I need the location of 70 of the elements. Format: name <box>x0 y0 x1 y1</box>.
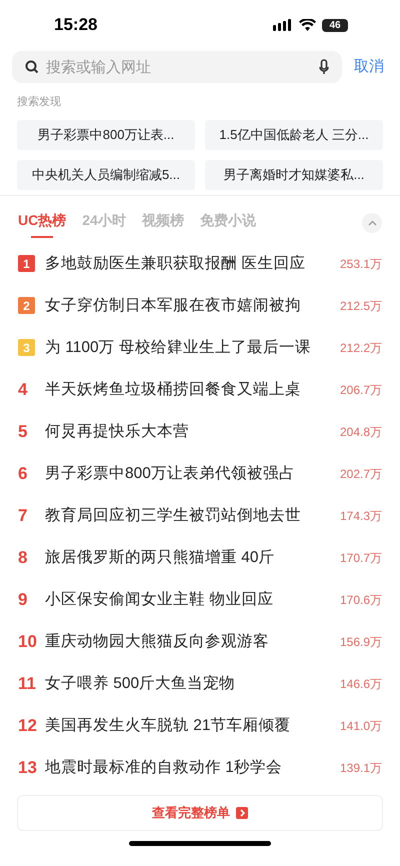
rank-badge: 1 <box>18 255 35 272</box>
trending-title: 美国再发生火车脱轨 21节车厢倾覆 <box>45 716 292 736</box>
rank-number: 8 <box>18 549 28 566</box>
rank-number: 11 <box>18 675 36 692</box>
view-count: 202.7万 <box>340 466 382 482</box>
rank-badge: 3 <box>18 339 35 356</box>
battery-level: 46 <box>322 18 348 32</box>
collapse-button[interactable] <box>362 213 382 233</box>
trending-item[interactable]: 2 女子穿仿制日本军服在夜市嬉闹被拘 212.5万 <box>18 284 382 326</box>
search-icon <box>25 60 39 74</box>
trending-title: 地震时最标准的自救动作 1秒学会 <box>45 758 283 778</box>
search-suggestion[interactable]: 男子彩票中800万让表... <box>17 120 195 150</box>
view-count: 212.2万 <box>340 340 382 356</box>
trending-item[interactable]: 9 小区保安偷闻女业主鞋 物业回应 170.6万 <box>18 578 382 620</box>
view-count: 170.6万 <box>340 592 382 608</box>
view-count: 174.3万 <box>340 508 382 524</box>
rank-number: 5 <box>18 423 28 440</box>
rank-number: 10 <box>18 633 37 650</box>
rank-number: 13 <box>18 759 37 776</box>
view-count: 204.8万 <box>340 424 382 440</box>
trending-title: 女子穿仿制日本军服在夜市嬉闹被拘 <box>45 296 302 316</box>
trending-item[interactable]: 7 教育局回应初三学生被罚站倒地去世 174.3万 <box>18 494 382 536</box>
rank-number: 7 <box>18 507 28 524</box>
view-count: 170.7万 <box>340 550 382 566</box>
view-count: 141.0万 <box>340 718 382 734</box>
trending-item[interactable]: 5 何炅再提快乐大本营 204.8万 <box>18 410 382 452</box>
trending-title: 男子彩票中800万让表弟代领被强占 <box>45 464 296 484</box>
search-suggestion[interactable]: 1.5亿中国低龄老人 三分... <box>205 120 383 150</box>
full-list-button[interactable]: 查看完整榜单 <box>17 794 383 830</box>
rank-number: 6 <box>18 465 28 482</box>
cancel-button[interactable]: 取消 <box>354 56 388 78</box>
arrow-right-icon <box>236 806 248 818</box>
section-title: 搜索发现 <box>16 94 62 110</box>
rank-number: 12 <box>18 717 37 734</box>
trending-title: 重庆动物园大熊猫反向参观游客 <box>45 632 270 652</box>
trending-item[interactable]: 10 重庆动物园大熊猫反向参观游客 156.9万 <box>18 620 382 662</box>
chevron-up-icon <box>368 220 376 226</box>
trending-item[interactable]: 3 为 1100万 母校给肄业生上了最后一课 212.2万 <box>18 326 382 368</box>
trending-title: 半天妖烤鱼垃圾桶捞回餐食又端上桌 <box>45 380 302 400</box>
wifi-icon <box>299 19 316 31</box>
trending-item[interactable]: 6 男子彩票中800万让表弟代领被强占 202.7万 <box>18 452 382 494</box>
rank-badge: 2 <box>18 297 35 314</box>
search-suggestion[interactable]: 中央机关人员编制缩减5... <box>17 160 195 190</box>
view-count: 146.6万 <box>340 676 382 692</box>
trending-item[interactable]: 8 旅居俄罗斯的两只熊猫增重 40斤 170.7万 <box>18 536 382 578</box>
trending-title: 何炅再提快乐大本营 <box>45 422 190 442</box>
signal-icon <box>273 19 293 31</box>
trending-title: 旅居俄罗斯的两只熊猫增重 40斤 <box>45 548 276 568</box>
view-count: 156.9万 <box>340 634 382 650</box>
trending-item[interactable]: 1 多地鼓励医生兼职获取报酬 医生回应 253.1万 <box>18 242 382 284</box>
rank-number: 9 <box>18 591 28 608</box>
category-tab[interactable]: UC热榜 <box>18 210 66 236</box>
trending-title: 为 1100万 母校给肄业生上了最后一课 <box>45 338 312 358</box>
trending-item[interactable]: 12 美国再发生火车脱轨 21节车厢倾覆 141.0万 <box>18 704 382 746</box>
search-field[interactable]: 搜索或输入网址 <box>12 51 342 83</box>
trending-title: 小区保安偷闻女业主鞋 物业回应 <box>45 590 274 610</box>
clock-time: 15:28 <box>54 14 98 36</box>
trending-title: 多地鼓励医生兼职获取报酬 医生回应 <box>45 254 306 274</box>
rank-number: 4 <box>18 381 28 398</box>
view-count: 212.5万 <box>340 298 382 314</box>
trending-title: 教育局回应初三学生被罚站倒地去世 <box>45 506 302 526</box>
search-suggestion[interactable]: 男子离婚时才知媒婆私... <box>205 160 383 190</box>
trending-item[interactable]: 13 地震时最标准的自救动作 1秒学会 139.1万 <box>18 746 382 788</box>
view-count: 206.7万 <box>340 382 382 398</box>
microphone-icon[interactable] <box>319 59 329 75</box>
trending-title: 女子喂养 500斤大鱼当宠物 <box>45 674 236 694</box>
view-count: 253.1万 <box>340 256 382 272</box>
trending-item[interactable]: 11 女子喂养 500斤大鱼当宠物 146.6万 <box>18 662 382 704</box>
view-count: 139.1万 <box>340 760 382 776</box>
trending-item[interactable]: 4 半天妖烤鱼垃圾桶捞回餐食又端上桌 206.7万 <box>18 368 382 410</box>
